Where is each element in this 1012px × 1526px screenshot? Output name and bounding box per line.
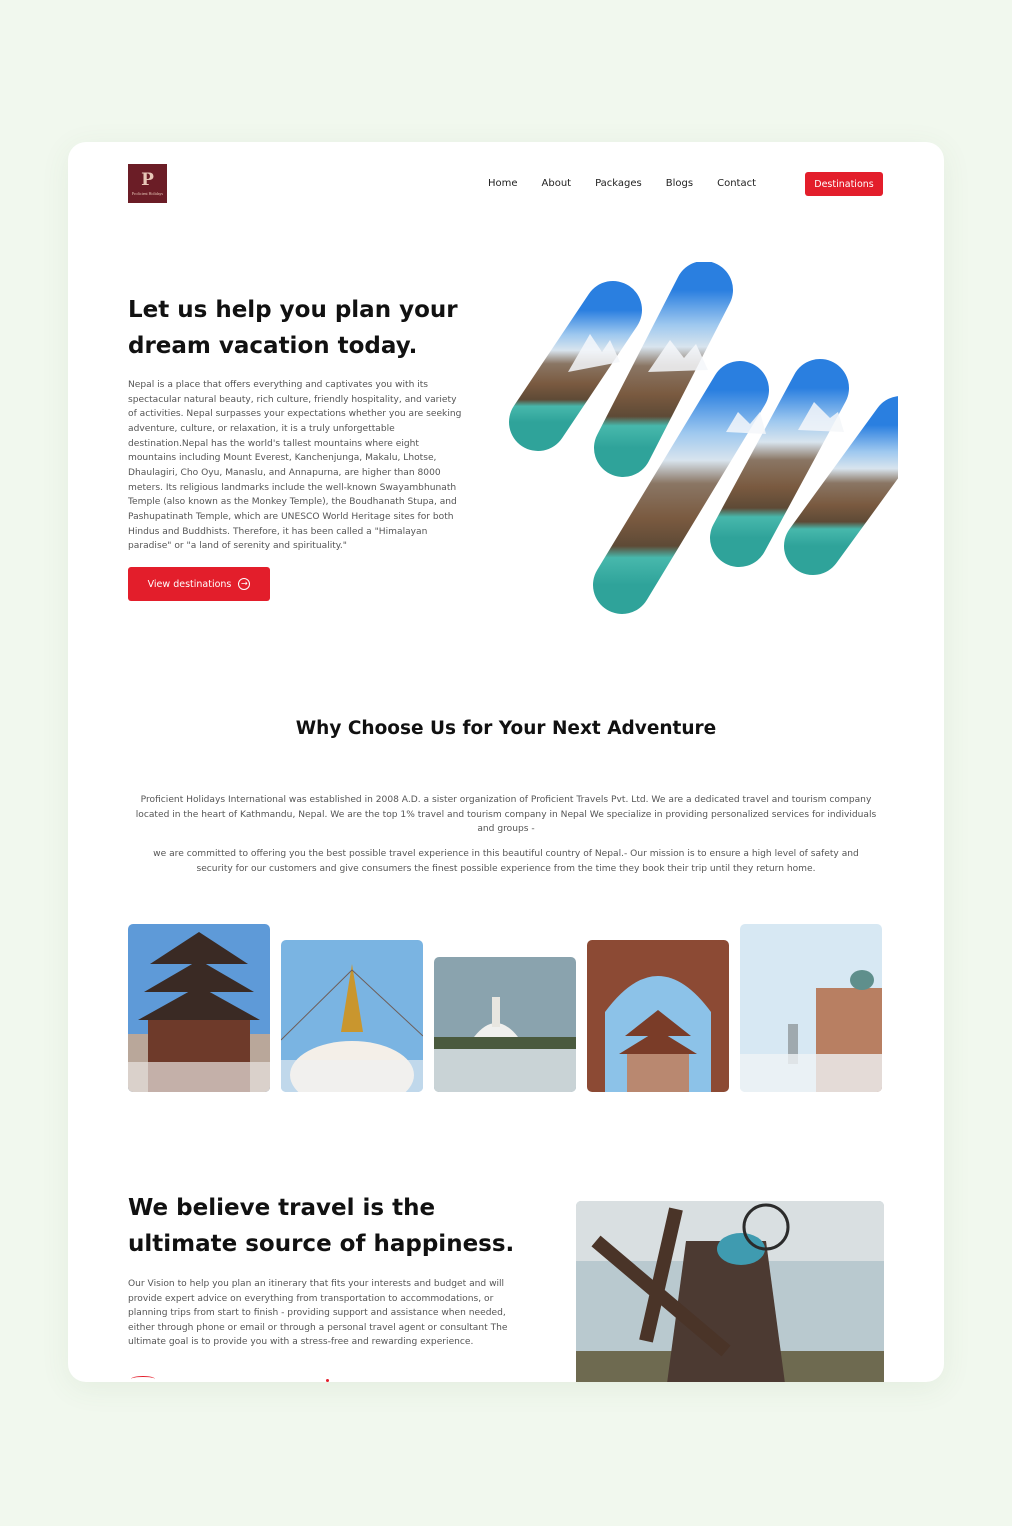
hero-mountain-collage: [509, 262, 898, 614]
why-paragraph-2: we are committed to offering you the bes…: [153, 849, 859, 874]
boudhanath-stupa-photo[interactable]: [281, 940, 423, 1092]
palace-domes-photo[interactable]: [740, 924, 882, 1092]
arrow-right-circle-icon: →: [238, 578, 251, 590]
nav-home[interactable]: Home: [488, 178, 518, 189]
nav-packages[interactable]: Packages: [595, 178, 642, 189]
destinations-button[interactable]: Destinations: [805, 172, 883, 196]
brand-logo[interactable]: P Proficient Holidays: [128, 164, 167, 203]
view-destinations-button[interactable]: View destinations →: [128, 567, 270, 601]
pagoda-temple-photo[interactable]: [128, 924, 270, 1092]
accent-dot: [326, 1379, 329, 1382]
why-section-title: Why Choose Us for Your Next Adventure: [295, 718, 717, 739]
happiness-description: Our Vision to help you plan an itinerary…: [128, 1279, 508, 1348]
happiness-title: We believe travel is the ultimate source…: [128, 1195, 515, 1257]
main-nav: Home About Packages Blogs Contact: [488, 178, 756, 189]
traveler-photo: [576, 1201, 884, 1382]
logo-mark: P: [141, 169, 154, 190]
nav-blogs[interactable]: Blogs: [666, 178, 693, 189]
view-destinations-label: View destinations: [147, 578, 232, 590]
white-stupa-photo[interactable]: [434, 957, 576, 1092]
destination-gallery: [128, 912, 884, 1092]
temple-arch-photo[interactable]: [587, 940, 729, 1092]
why-paragraph-1: Proficient Holidays International was es…: [135, 795, 877, 835]
nav-about[interactable]: About: [542, 178, 572, 189]
logo-brand-text: Proficient Holidays: [131, 190, 164, 196]
collage-strips: [509, 262, 898, 614]
nav-contact[interactable]: Contact: [717, 178, 756, 189]
signature-mark: [131, 1376, 155, 1382]
page-card: P Proficient Holidays Home About Package…: [68, 142, 944, 1382]
hero-title: Let us help you plan your dream vacation…: [128, 297, 458, 359]
hero-description: Nepal is a place that offers everything …: [128, 380, 462, 552]
